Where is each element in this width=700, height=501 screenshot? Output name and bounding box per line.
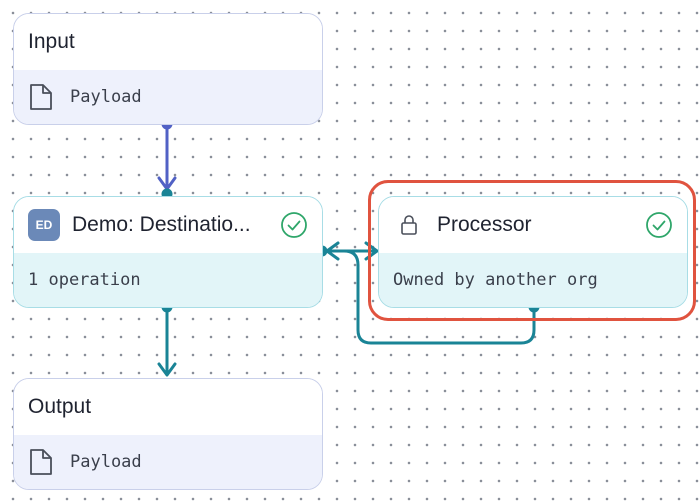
output-node-payload: Payload [70, 452, 142, 472]
destination-node-body: 1 operation [14, 253, 322, 307]
edge-destination-to-output[interactable] [157, 307, 177, 377]
output-node[interactable]: Output Payload [13, 378, 323, 490]
destination-operation-count: 1 operation [28, 270, 141, 290]
input-node-header: Input [14, 14, 322, 70]
destination-node-title: Demo: Destinatio... [72, 213, 251, 236]
processor-node-body: Owned by another org [379, 253, 687, 307]
check-circle-icon [646, 212, 672, 238]
output-node-title: Output [28, 395, 92, 418]
input-node-title: Input [28, 30, 75, 53]
destination-node-header: ED Demo: Destinatio... [14, 197, 322, 253]
document-icon [30, 449, 52, 475]
output-node-header: Output [14, 379, 322, 435]
input-node[interactable]: Input Payload [13, 13, 323, 125]
input-node-payload: Payload [70, 87, 142, 107]
edge-input-to-destination[interactable] [157, 124, 177, 191]
processor-node[interactable]: Processor Owned by another org [378, 196, 688, 308]
destination-badge: ED [28, 209, 60, 241]
processor-node-header: Processor [379, 197, 687, 253]
lock-icon [401, 215, 417, 235]
destination-node[interactable]: ED Demo: Destinatio... 1 operation [13, 196, 323, 308]
check-circle-icon [281, 212, 307, 238]
processor-node-title: Processor [437, 213, 532, 236]
processor-owner-note: Owned by another org [393, 270, 598, 290]
output-node-body: Payload [14, 435, 322, 489]
document-icon [30, 84, 52, 110]
input-node-body: Payload [14, 70, 322, 124]
